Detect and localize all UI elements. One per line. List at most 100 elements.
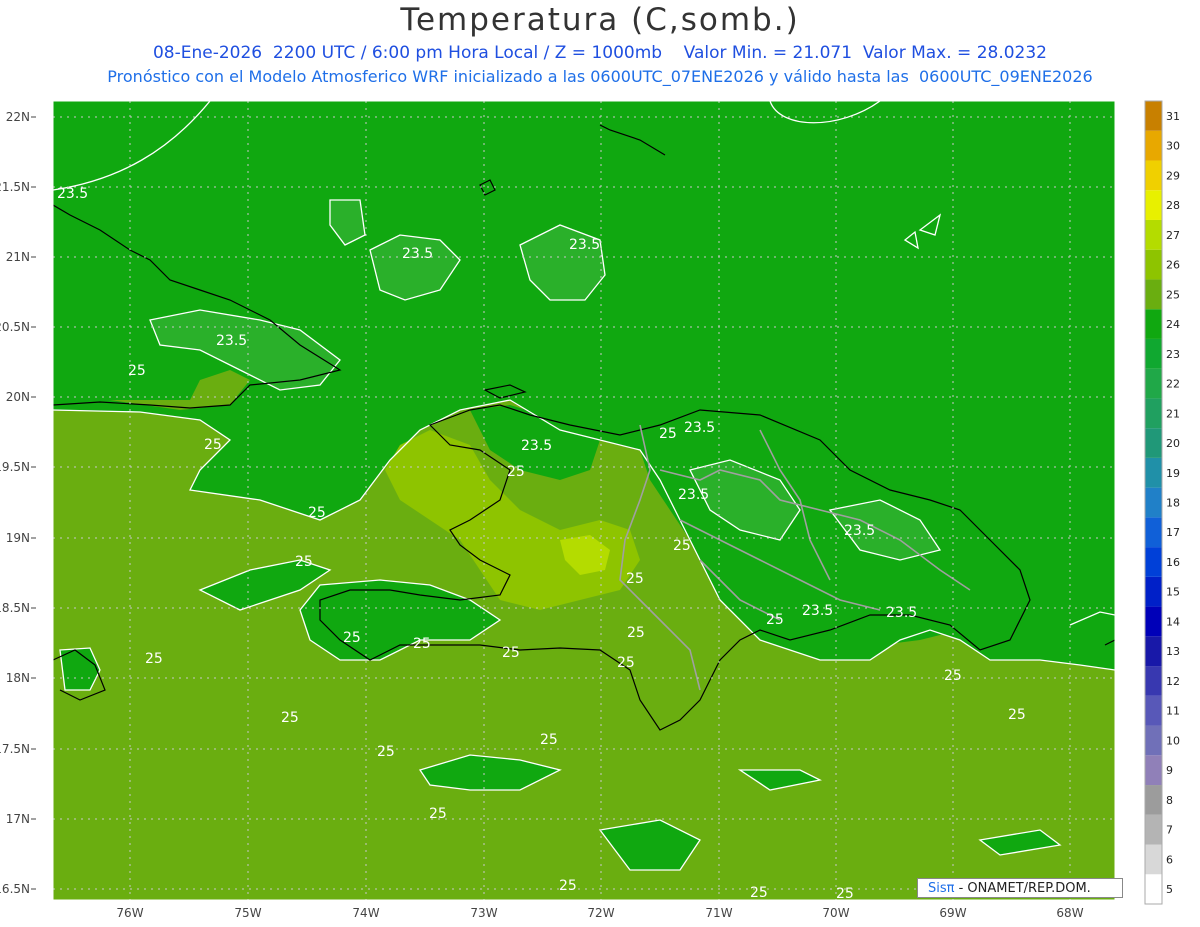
colorbar-label: 26 bbox=[1166, 259, 1180, 272]
colorbar-label: 19 bbox=[1166, 467, 1180, 480]
colorbar-swatch bbox=[1145, 309, 1162, 339]
colorbar-label: 10 bbox=[1166, 734, 1180, 747]
contour-label: 25 bbox=[627, 625, 645, 641]
colorbar-label: 11 bbox=[1166, 705, 1180, 718]
lon-tick-label: 71W bbox=[705, 906, 732, 920]
contour-label: 25 bbox=[540, 732, 558, 748]
contour-label: 25 bbox=[308, 505, 326, 521]
contour-label: 23.5 bbox=[569, 237, 600, 253]
colorbar-label: 7 bbox=[1166, 824, 1173, 837]
credit-box: Sisπ - ONAMET/REP.DOM. bbox=[917, 878, 1123, 898]
colorbar-label: 28 bbox=[1166, 199, 1180, 212]
contour-label: 25 bbox=[944, 668, 962, 684]
lat-tick-label: 20N bbox=[6, 390, 30, 404]
colorbar-swatch bbox=[1145, 874, 1162, 904]
colorbar-swatch bbox=[1145, 814, 1162, 845]
colorbar-swatch bbox=[1145, 160, 1162, 191]
colorbar-label: 17 bbox=[1166, 526, 1180, 539]
contour-label: 25 bbox=[559, 878, 577, 894]
colorbar-label: 30 bbox=[1166, 140, 1180, 153]
lat-tick-label: 18.5N bbox=[0, 601, 30, 615]
contour-label: 25 bbox=[659, 426, 677, 442]
colorbar-label: 22 bbox=[1166, 378, 1180, 391]
colorbar-label: 14 bbox=[1166, 615, 1180, 628]
lon-axis: 76W 75W 74W 73W 72W 71W 70W 69W 68W bbox=[116, 906, 1083, 920]
colorbar-label: 25 bbox=[1166, 288, 1180, 301]
contour-label: 25 bbox=[626, 571, 644, 587]
contour-label: 25 bbox=[673, 538, 691, 554]
colorbar-swatch bbox=[1145, 457, 1162, 488]
sis-logo-text: Sisπ bbox=[928, 881, 955, 896]
colorbar: 5 6 7 8 9 10 11 12 13 14 15 16 17 18 19 20 21 22 23 24 25 26 2… bbox=[1144, 100, 1180, 905]
contour-label: 23.5 bbox=[678, 487, 709, 503]
colorbar-label: 5 bbox=[1166, 883, 1173, 896]
colorbar-swatch bbox=[1145, 725, 1162, 756]
colorbar-label: 20 bbox=[1166, 437, 1180, 450]
colorbar-label: 31 bbox=[1166, 110, 1180, 123]
colorbar-swatch bbox=[1145, 695, 1162, 726]
colorbar-label: 21 bbox=[1166, 407, 1180, 420]
credit-text: - ONAMET/REP.DOM. bbox=[954, 881, 1091, 896]
lon-tick-label: 72W bbox=[587, 906, 614, 920]
contour-label: 25 bbox=[1008, 707, 1026, 723]
lat-tick-label: 17.5N bbox=[0, 742, 30, 756]
lon-tick-label: 68W bbox=[1056, 906, 1083, 920]
contour-label: 23.5 bbox=[886, 605, 917, 621]
contour-label: 23.5 bbox=[216, 333, 247, 349]
lat-tick-label: 18N bbox=[6, 671, 30, 685]
colorbar-label: 18 bbox=[1166, 497, 1180, 510]
lat-tick-label: 17N bbox=[6, 812, 30, 826]
contour-label: 23.5 bbox=[402, 246, 433, 262]
colorbar-swatch bbox=[1145, 576, 1162, 607]
colorbar-swatch bbox=[1145, 101, 1162, 131]
colorbar-label: 29 bbox=[1166, 169, 1180, 182]
lat-tick-label: 19N bbox=[6, 531, 30, 545]
lon-tick-label: 76W bbox=[116, 906, 143, 920]
lat-tick-label: 21N bbox=[6, 250, 30, 264]
contour-label: 25 bbox=[617, 655, 635, 671]
contour-label: 25 bbox=[204, 437, 222, 453]
colorbar-swatch bbox=[1145, 249, 1162, 280]
colorbar-label: 9 bbox=[1166, 764, 1173, 777]
contour-label: 23.5 bbox=[521, 438, 552, 454]
contour-label: 25 bbox=[295, 554, 313, 570]
contour-label: 25 bbox=[766, 612, 784, 628]
contour-label: 23.5 bbox=[844, 523, 875, 539]
colorbar-swatch bbox=[1145, 636, 1162, 667]
temperature-map: 23.5 23.5 23.5 23.5 25 25 23.5 25 25 23.… bbox=[0, 100, 1180, 920]
contour-label: 25 bbox=[281, 710, 299, 726]
colorbar-swatch bbox=[1145, 428, 1162, 458]
colorbar-label: 12 bbox=[1166, 675, 1180, 688]
colorbar-label: 13 bbox=[1166, 645, 1180, 658]
contour-label: 25 bbox=[128, 363, 146, 379]
colorbar-swatch bbox=[1145, 487, 1162, 518]
lat-tick-label: 20.5N bbox=[0, 320, 30, 334]
colorbar-swatch bbox=[1145, 368, 1162, 399]
colorbar-swatch bbox=[1145, 130, 1162, 161]
colorbar-label: 8 bbox=[1166, 794, 1173, 807]
colorbar-swatch bbox=[1145, 755, 1162, 786]
lon-tick-label: 75W bbox=[234, 906, 261, 920]
colorbar-swatch bbox=[1145, 844, 1162, 875]
contour-label: 23.5 bbox=[57, 186, 88, 202]
colorbar-swatch bbox=[1145, 606, 1162, 637]
colorbar-label: 15 bbox=[1166, 586, 1180, 599]
colorbar-label: 16 bbox=[1166, 556, 1180, 569]
colorbar-label: 24 bbox=[1166, 318, 1180, 331]
lon-tick-label: 70W bbox=[822, 906, 849, 920]
colorbar-swatch bbox=[1145, 219, 1162, 250]
colorbar-swatch bbox=[1145, 190, 1162, 220]
contour-label: 25 bbox=[413, 636, 431, 652]
contour-label: 25 bbox=[507, 464, 525, 480]
contour-label: 25 bbox=[750, 885, 768, 901]
colorbar-label: 23 bbox=[1166, 348, 1180, 361]
contour-label: 25 bbox=[429, 806, 447, 822]
lat-tick-label: 16.5N bbox=[0, 882, 30, 896]
colorbar-swatch bbox=[1145, 338, 1162, 369]
colorbar-label: 27 bbox=[1166, 229, 1180, 242]
colorbar-swatch bbox=[1145, 785, 1162, 815]
lat-axis: 22N 21.5N 21N 20.5N 20N 19.5N 19N 18.5N … bbox=[0, 110, 30, 896]
lat-tick-label: 19.5N bbox=[0, 460, 30, 474]
colorbar-swatch bbox=[1145, 398, 1162, 429]
contour-label: 23.5 bbox=[684, 420, 715, 436]
